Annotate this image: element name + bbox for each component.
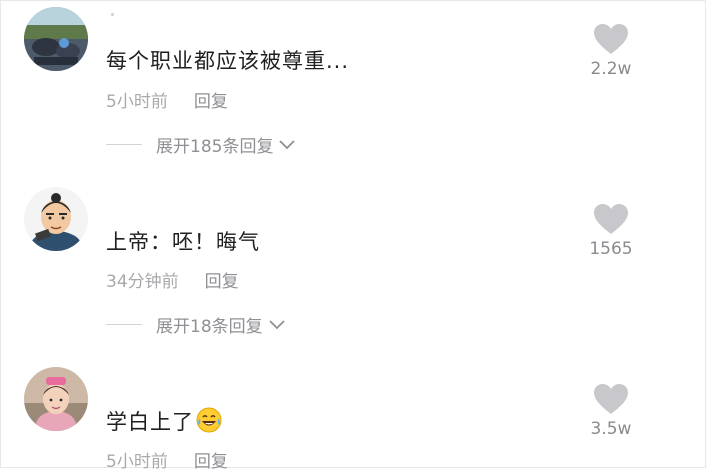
like-count: 1565	[589, 239, 633, 259]
like-button[interactable]: 1565	[583, 203, 639, 259]
heart-icon	[594, 384, 628, 414]
avatar[interactable]	[24, 7, 88, 71]
chevron-down-icon	[279, 135, 296, 155]
comment-time: 34分钟前	[106, 272, 179, 292]
like-count: 3.5w	[590, 419, 632, 439]
expand-replies-button[interactable]: 展开18条回复	[106, 312, 285, 337]
laughing-tears-emoji-icon	[196, 407, 222, 438]
comment-meta: 34分钟前 回复	[106, 267, 239, 292]
reply-button[interactable]: 回复	[194, 452, 228, 472]
reply-button[interactable]: 回复	[194, 92, 228, 112]
comment-text: 学白上了	[106, 406, 222, 438]
comment-text-content: 学白上了	[106, 410, 194, 434]
avatar[interactable]	[24, 187, 88, 251]
comment-meta: 5小时前 回复	[106, 447, 228, 472]
like-button[interactable]: 3.5w	[583, 383, 639, 439]
comment-meta: 5小时前 回复	[106, 87, 228, 112]
like-button[interactable]: 2.2w	[583, 23, 639, 79]
expand-replies-label: 展开18条回复	[156, 317, 263, 337]
divider	[106, 144, 142, 145]
heart-icon	[594, 204, 628, 234]
avatar[interactable]	[24, 367, 88, 431]
divider	[106, 324, 142, 325]
heart-icon	[594, 24, 628, 54]
chevron-down-icon	[269, 315, 285, 335]
comment-text: 上帝：呸！晦气	[106, 230, 260, 254]
comment-time: 5小时前	[106, 452, 168, 472]
expand-replies-button[interactable]: 展开185条回复	[106, 132, 296, 157]
reply-button[interactable]: 回复	[205, 272, 239, 292]
status-dot	[111, 13, 114, 16]
comment-time: 5小时前	[106, 92, 168, 112]
like-count: 2.2w	[590, 59, 632, 79]
expand-replies-label: 展开185条回复	[156, 137, 274, 157]
comment-text: 每个职业都应该被尊重...	[106, 49, 350, 73]
